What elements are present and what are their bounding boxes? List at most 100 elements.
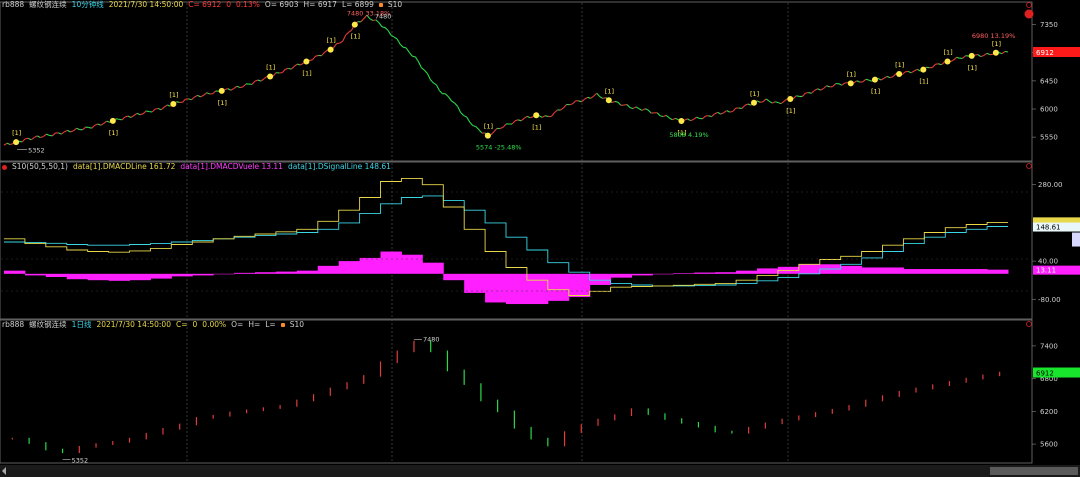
change-value: 0 — [226, 0, 232, 9]
study-name: S10 — [289, 320, 305, 329]
high-value: H= 6917 — [303, 0, 337, 9]
marker-label: [1] — [992, 40, 1001, 48]
signal-marker — [109, 117, 116, 124]
histogram-bar — [610, 273, 632, 278]
histogram-bar — [840, 265, 863, 274]
macd-vuele-value: data[1].DMACDVuele 13.11 — [180, 162, 283, 171]
marker-label: [1] — [605, 87, 614, 95]
signal-marker — [533, 112, 540, 119]
end-annotation: 6980 13.19% — [972, 32, 1015, 40]
signal-marker — [13, 139, 20, 146]
price-line-segment — [412, 55, 416, 58]
price-line-segment — [805, 91, 809, 94]
histogram-bar — [275, 271, 298, 274]
signal-marker — [351, 21, 358, 28]
price-line-segment — [844, 81, 848, 84]
study-name: S10 — [387, 0, 403, 9]
histogram-bar — [652, 273, 674, 275]
panel1-header: rb888 螺纹钢连续 10分钟线 2021/7/30 14:50:00 C= 6912… — [2, 0, 407, 10]
marker-label: [1] — [169, 91, 178, 99]
low-value: L= 6899 — [341, 0, 374, 9]
price-line-segment — [614, 100, 619, 103]
price-line-segment — [759, 101, 764, 103]
high-annotation: 7480 — [375, 13, 392, 21]
histogram-bar — [296, 270, 319, 274]
y-tick-label: 6450 — [1040, 77, 1058, 85]
price-line-segment — [403, 46, 407, 49]
price-line-segment — [25, 137, 29, 140]
signal-line-value: data[1].DSignalLine 148.61 — [287, 162, 391, 171]
price-line-segment — [118, 118, 123, 121]
y-tick-label: 6200 — [1040, 408, 1058, 416]
marker-label: [1] — [109, 129, 118, 137]
signal-marker — [871, 76, 878, 83]
open-value: O= 6903 — [264, 0, 299, 9]
change-value: 0 — [192, 320, 198, 329]
close-value: C= 6912 — [188, 0, 222, 9]
histogram-bar — [882, 267, 904, 274]
period: 1日线 — [71, 320, 92, 329]
signal-marker — [992, 49, 999, 56]
histogram-bar — [757, 268, 779, 274]
signal-marker — [218, 87, 225, 94]
histogram-bar — [924, 269, 946, 274]
marker-label: [1] — [266, 64, 275, 72]
price-tag-label: 6912 — [1036, 370, 1054, 378]
histogram-bar — [213, 273, 235, 275]
histogram-bar — [526, 273, 549, 305]
scrollbar-thumb[interactable] — [990, 467, 1078, 475]
study-dot-icon — [2, 164, 7, 170]
price-line-segment — [708, 115, 712, 118]
marker-label: [1] — [871, 88, 880, 96]
price-line-segment — [660, 115, 664, 118]
histogram-bar — [673, 273, 695, 274]
scale-handle — [1072, 232, 1080, 247]
low-annotation: 5352 — [28, 147, 45, 155]
low-value: L= — [265, 320, 276, 329]
marker-label: [1] — [919, 78, 928, 86]
marker-label: [1] — [351, 33, 360, 41]
panel2-header: S10(50,5,50,1) data[1].DMACDLine 161.72 da… — [2, 162, 396, 172]
price-line-segment — [974, 54, 978, 56]
marker-label: [1] — [218, 99, 227, 107]
price-line-segment — [729, 110, 733, 113]
histogram-bar — [506, 273, 528, 305]
price-line-segment — [602, 97, 606, 99]
price-line-segment — [315, 54, 319, 57]
chart-canvas: [1] [1] [1] [1] [1] [1] [1] [1] [1] [1] [1] [1] [1] [… — [0, 0, 1080, 477]
histogram-bar — [338, 261, 361, 274]
histogram-bar — [422, 262, 444, 274]
histogram-bar — [108, 273, 130, 281]
signal-tag-label: 148.61 — [1036, 224, 1061, 232]
low-annotation: 5352 — [72, 457, 89, 465]
price-line-segment — [239, 86, 244, 89]
histogram-bar — [547, 273, 570, 301]
histogram-bar — [443, 273, 465, 281]
dip2-annotation: 5808 4.19% — [669, 131, 708, 139]
y-tick-label: 40.00 — [1038, 258, 1058, 266]
signal-marker — [484, 132, 491, 139]
close-circle-icon[interactable] — [1024, 9, 1034, 19]
histogram-bar — [4, 270, 26, 274]
histogram-bar — [171, 273, 193, 277]
signal-marker — [267, 73, 274, 80]
marker-label: [1] — [944, 49, 953, 57]
signal-marker — [303, 58, 310, 65]
horizontal-scrollbar[interactable] — [0, 465, 1080, 477]
price-line-segment — [926, 66, 930, 69]
y-tick-label: 7400 — [1040, 342, 1058, 350]
y-tick-label: 5550 — [1040, 134, 1058, 142]
histogram-bar — [631, 273, 653, 276]
contract-name: 螺纹钢连续 — [29, 320, 67, 329]
histogram-bar — [798, 264, 821, 274]
price-line-segment — [288, 67, 292, 70]
high-value: H= — [248, 320, 261, 329]
price-line-segment — [808, 92, 812, 94]
signal-marker — [944, 58, 951, 65]
price-line-segment — [146, 110, 150, 113]
signal-marker — [750, 99, 757, 106]
signal-marker — [170, 101, 177, 107]
histogram-bar — [359, 257, 381, 274]
histogram-bar — [736, 270, 758, 274]
price-line-segment — [1004, 50, 1009, 53]
